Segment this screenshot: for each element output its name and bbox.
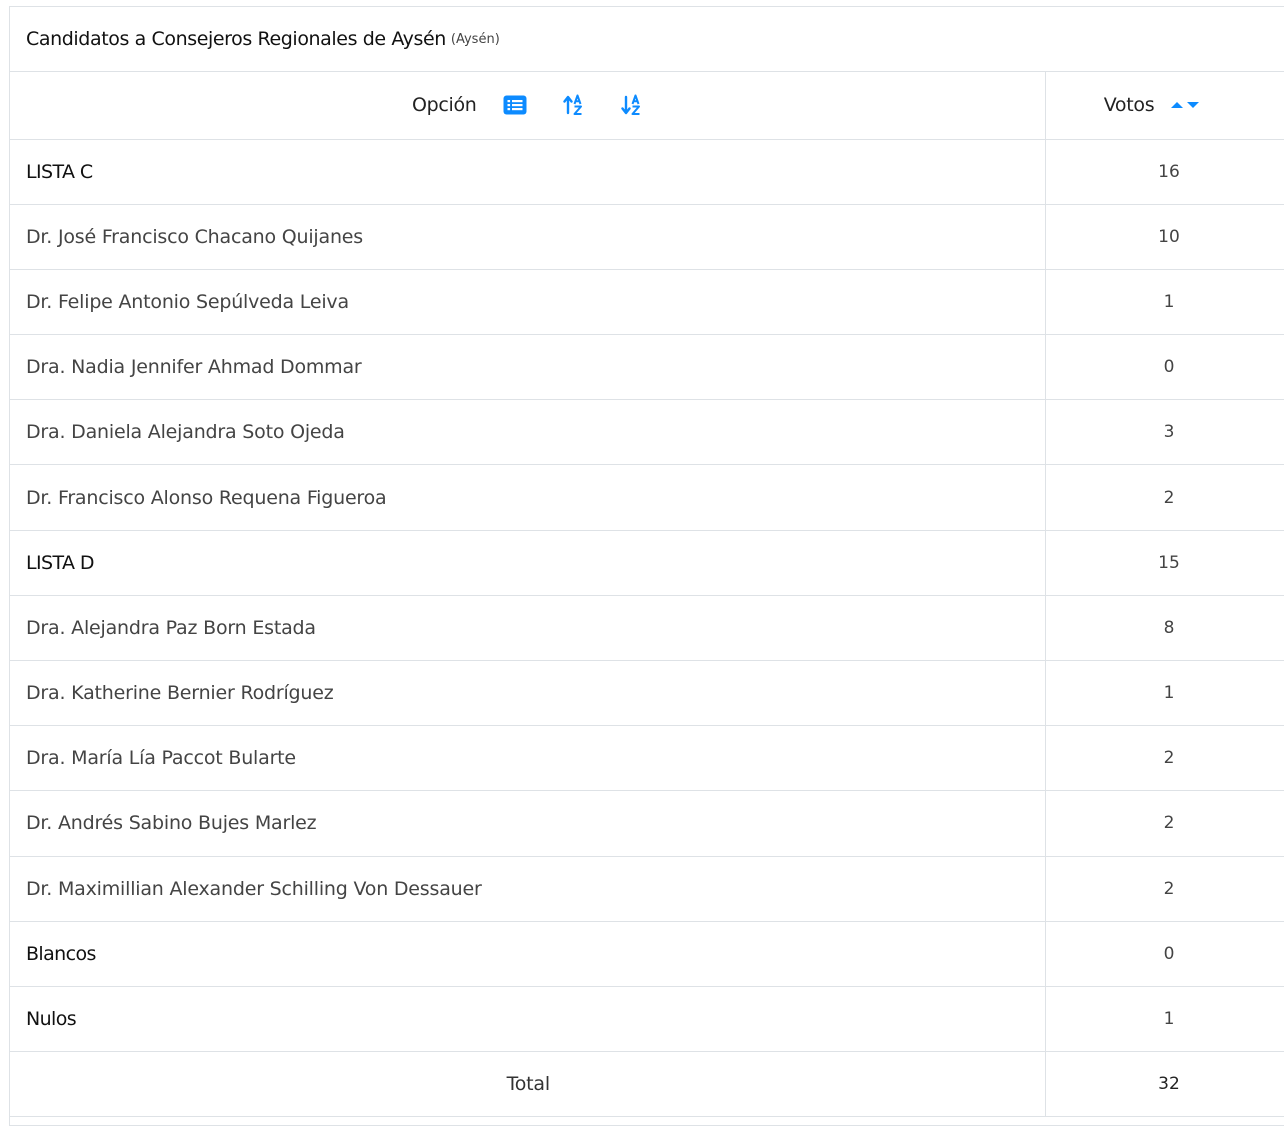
total-votes: 32 <box>1043 1051 1284 1118</box>
table-row: Dr. Maximillian Alexander Schilling Von … <box>10 855 1284 922</box>
header-votes-cell: Votos <box>1044 72 1284 140</box>
group-row: Blancos 0 <box>10 920 1284 987</box>
vote-count: 2 <box>1043 725 1284 792</box>
candidate-name: Dra. Katherine Bernier Rodríguez <box>10 659 1046 727</box>
candidate-name: Dr. Andrés Sabino Bujes Marlez <box>10 790 1046 857</box>
table-row: Dr. José Francisco Chacano Quijanes 10 <box>10 203 1284 270</box>
vote-count: 1 <box>1043 985 1284 1053</box>
table-row: Dr. Andrés Sabino Bujes Marlez 2 <box>10 790 1284 857</box>
vote-count: 8 <box>1043 594 1284 662</box>
table-row: Dra. Daniela Alejandra Soto Ojeda 3 <box>10 399 1284 466</box>
vote-count: 0 <box>1043 334 1284 401</box>
candidate-name: Dr. Francisco Alonso Requena Figueroa <box>10 464 1046 531</box>
results-table: Opción Votos LISTA C 16 Dr. José Francis… <box>10 72 1284 1118</box>
panel-title-text: Candidatos a Consejeros Regionales de Ay… <box>26 28 446 50</box>
table-row: Dra. Alejandra Paz Born Estada 8 <box>10 594 1284 662</box>
table-row: Dr. Felipe Antonio Sepúlveda Leiva 1 <box>10 268 1284 336</box>
sort-alpha-asc-icon[interactable] <box>562 94 585 116</box>
vote-count: 15 <box>1043 529 1284 596</box>
candidate-name: Dra. Alejandra Paz Born Estada <box>10 594 1046 662</box>
header-option-label: Opción <box>411 94 477 117</box>
group-name: Nulos <box>10 985 1046 1053</box>
candidate-name: Dra. Daniela Alejandra Soto Ojeda <box>10 399 1046 466</box>
vote-count: 2 <box>1043 464 1284 531</box>
results-panel: Candidatos a Consejeros Regionales de Ay… <box>9 6 1284 1126</box>
caret-down-icon[interactable] <box>1186 100 1200 110</box>
caret-up-icon[interactable] <box>1170 100 1184 110</box>
group-row: LISTA D 15 <box>10 529 1284 596</box>
panel-region: (Aysén) <box>450 31 500 47</box>
candidate-name: Dra. Nadia Jennifer Ahmad Dommar <box>10 334 1046 401</box>
group-name: LISTA D <box>10 529 1046 596</box>
table-row: Dra. Katherine Bernier Rodríguez 1 <box>10 659 1284 727</box>
candidate-name: Dra. María Lía Paccot Bularte <box>10 725 1046 792</box>
vote-count: 1 <box>1043 659 1284 727</box>
group-row: Nulos 1 <box>10 985 1284 1053</box>
vote-count: 16 <box>1043 139 1284 205</box>
candidate-name: Dr. José Francisco Chacano Quijanes <box>10 203 1046 270</box>
candidate-name: Dr. Felipe Antonio Sepúlveda Leiva <box>10 268 1046 336</box>
list-icon[interactable] <box>503 95 527 115</box>
vote-count: 0 <box>1043 920 1284 987</box>
header-votes-label: Votos <box>1103 94 1155 117</box>
total-label: Total <box>10 1051 1046 1118</box>
vote-count: 2 <box>1043 855 1284 922</box>
group-row: LISTA C 16 <box>10 139 1284 205</box>
sort-alpha-desc-icon[interactable] <box>620 94 643 116</box>
group-name: LISTA C <box>10 139 1046 205</box>
group-name: Blancos <box>10 920 1046 987</box>
panel-title: Candidatos a Consejeros Regionales de Ay… <box>10 7 1284 72</box>
total-row: Total 32 <box>10 1051 1284 1118</box>
vote-count: 10 <box>1043 203 1284 270</box>
table-row: Dra. María Lía Paccot Bularte 2 <box>10 725 1284 792</box>
vote-count: 1 <box>1043 268 1284 336</box>
vote-count: 2 <box>1043 790 1284 857</box>
header-option-cell: Opción <box>10 72 1046 140</box>
vote-count: 3 <box>1043 399 1284 466</box>
candidate-name: Dr. Maximillian Alexander Schilling Von … <box>10 855 1046 922</box>
table-header-row: Opción Votos <box>10 72 1284 140</box>
table-row: Dra. Nadia Jennifer Ahmad Dommar 0 <box>10 334 1284 401</box>
table-row: Dr. Francisco Alonso Requena Figueroa 2 <box>10 464 1284 531</box>
